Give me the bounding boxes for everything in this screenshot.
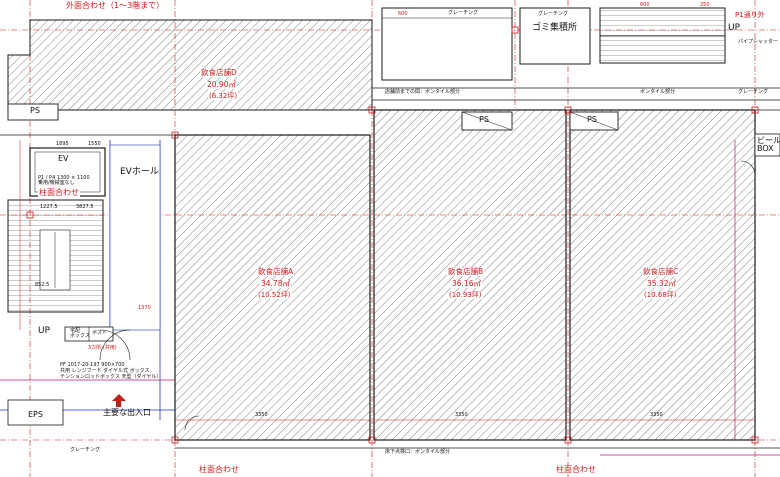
dim-ev2: 1550 <box>88 141 101 147</box>
grating-top-label: グレーチング <box>448 10 479 16</box>
beer-box-label: ビール BOX <box>757 136 780 153</box>
dim-bot1: 3350 <box>255 412 268 418</box>
up-label-top: UP <box>728 23 741 33</box>
floor-plan-drawing <box>0 0 780 477</box>
store-a-tsubo: (10.52坪) <box>257 291 292 299</box>
dim-top-r1: 600 <box>640 2 650 8</box>
top-band-note-2: ボンタイル部分 <box>640 89 676 95</box>
ps-left-label: PS <box>30 106 40 115</box>
dim-st3: 852.5 <box>35 282 50 288</box>
main-entrance-label: 主要な出入口 <box>103 408 151 417</box>
ps-b-label: PS <box>479 115 489 124</box>
dim-st2: 3827.5 <box>76 204 94 210</box>
stair-note: 3カ所 (共用) <box>88 345 117 351</box>
p1-note: P1通り外 <box>735 11 765 19</box>
dim-d-top: 600 <box>398 11 408 17</box>
ev-spec: P1 / P4 1300 × 1100 乗用/機械室なし <box>38 175 90 186</box>
dim-ev1: 1895 <box>56 141 69 147</box>
mailbox-label: 宅配 ボックス <box>70 328 90 339</box>
column-align-bottom-right: 柱面合わせ <box>555 465 597 474</box>
dim-top-r2: 250 <box>700 2 710 8</box>
grating-right-label: グレーチング <box>738 89 769 95</box>
ev-hall-label: EVホール <box>120 167 159 177</box>
up-stair-label: UP <box>38 326 51 336</box>
garbage-area-label: ゴミ集積所 <box>532 23 578 33</box>
bottom-band-note: 床下点検口：ボンタイル部分 <box>385 449 451 455</box>
store-a-name: 飲食店舗A <box>257 267 295 276</box>
post-label: ポスト <box>92 330 108 336</box>
entrance-arrow-icon <box>112 394 126 401</box>
store-d-tsubo: (6.32坪) <box>208 92 239 100</box>
dim-hall2: 1370 <box>138 305 151 311</box>
top-band-note: 店舗前までの間：ボンタイル部分 <box>385 89 461 95</box>
store-b-name: 飲食店舗B <box>447 267 485 276</box>
column-align-left: 柱面合わせ <box>38 188 80 197</box>
grating-box-top <box>381 7 513 81</box>
dim-bot3: 3350 <box>650 412 663 418</box>
ps-c-label: PS <box>587 115 597 124</box>
store-c-tsubo: (10.68坪) <box>643 291 678 299</box>
store-c-name: 飲食店舗C <box>642 267 680 276</box>
store-d-area <box>7 19 373 111</box>
store-d-area-value: 20.90㎡ <box>206 80 237 89</box>
dim-st1: 1227.5 <box>40 204 58 210</box>
ev-label: EV <box>58 154 69 163</box>
stair-top-right <box>599 7 726 64</box>
dim-bot2: 3350 <box>455 412 468 418</box>
grating-bottom-label: グレーチング <box>70 447 101 453</box>
top-note: 外面合わせ（1～3階まで） <box>66 1 165 10</box>
store-b-tsubo: (10.93坪) <box>448 291 483 299</box>
store-d-name: 飲食店舗D <box>200 68 238 77</box>
fire-note: PF 1017-20-197 900×700 共用 レンジフード ダイヤル式 ボ… <box>60 362 162 380</box>
pipe-shutter-label: パイプシャッター <box>738 39 779 45</box>
store-b-area-value: 36.16㎡ <box>451 279 482 288</box>
store-a-area-value: 34.78㎡ <box>260 279 291 288</box>
garbage-grating-label: グレーチング <box>538 11 569 17</box>
column-align-bottom-left: 柱面合わせ <box>198 465 240 474</box>
eps-label: EPS <box>28 410 43 419</box>
store-c-area-value: 35.32㎡ <box>646 279 677 288</box>
